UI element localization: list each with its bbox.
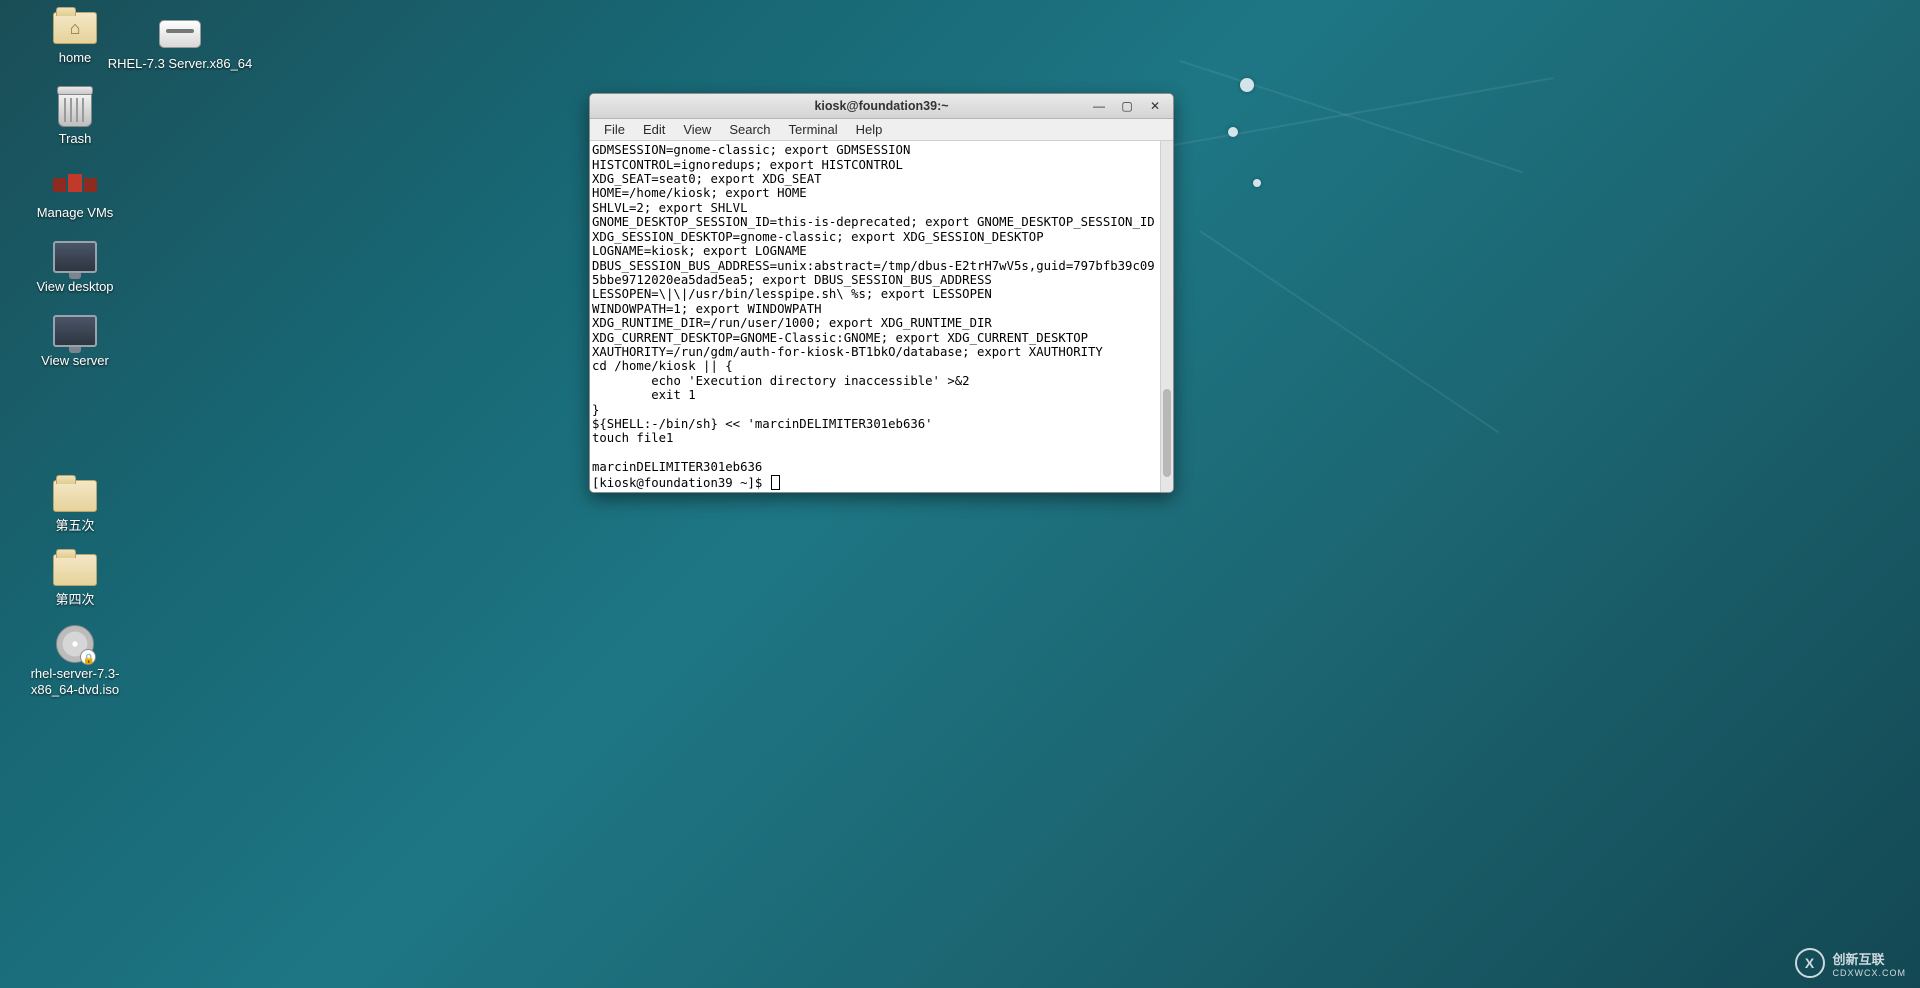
titlebar[interactable]: kiosk@foundation39:~ — ▢ ✕	[590, 94, 1173, 119]
maximize-button[interactable]: ▢	[1113, 95, 1141, 117]
watermark-logo-icon: X	[1795, 948, 1825, 978]
minimize-button[interactable]: —	[1085, 95, 1113, 117]
desktop[interactable]: home RHEL-7.3 Server.x86_64 Trash Manage…	[0, 0, 1920, 988]
icon-label: Trash	[59, 131, 92, 147]
iso-icon	[52, 626, 98, 662]
folder-icon	[52, 552, 98, 588]
icon-label: rhel-server-7.3-x86_64-dvd.iso	[20, 666, 130, 699]
monitor-icon	[52, 239, 98, 275]
icon-label: RHEL-7.3 Server.x86_64	[108, 56, 253, 72]
menu-terminal[interactable]: Terminal	[781, 120, 846, 139]
trash-icon	[52, 91, 98, 127]
spacer	[20, 388, 260, 478]
scrollbar-thumb[interactable]	[1163, 389, 1171, 477]
terminal-output[interactable]: GDMSESSION=gnome-classic; export GDMSESS…	[590, 141, 1160, 492]
deco-dot	[1253, 179, 1261, 187]
icon-label: 第四次	[55, 592, 94, 608]
terminal-scrollbar[interactable]	[1160, 141, 1173, 492]
watermark-sub: CDXWCX.COM	[1833, 968, 1907, 978]
icon-label: home	[59, 50, 92, 66]
desktop-icon-manage-vms[interactable]: Manage VMs	[20, 165, 130, 221]
menubar: File Edit View Search Terminal Help	[590, 119, 1173, 141]
terminal-window[interactable]: kiosk@foundation39:~ — ▢ ✕ File Edit Vie…	[589, 93, 1174, 493]
menu-edit[interactable]: Edit	[635, 120, 673, 139]
desktop-icon-rhel-iso[interactable]: rhel-server-7.3-x86_64-dvd.iso	[20, 626, 130, 699]
icon-label: View desktop	[36, 279, 113, 295]
menu-view[interactable]: View	[675, 120, 719, 139]
folder-home-icon	[52, 10, 98, 46]
menu-help[interactable]: Help	[848, 120, 891, 139]
desktop-icon-trash[interactable]: Trash	[20, 91, 130, 147]
desktop-icon-folder4[interactable]: 第四次	[20, 552, 130, 608]
desktop-icons: home RHEL-7.3 Server.x86_64 Trash Manage…	[20, 10, 260, 717]
desktop-icon-view-server[interactable]: View server	[20, 313, 130, 369]
desktop-icon-folder5[interactable]: 第五次	[20, 478, 130, 534]
terminal-prompt: [kiosk@foundation39 ~]$	[592, 476, 770, 490]
desktop-icon-view-desktop[interactable]: View desktop	[20, 239, 130, 295]
watermark-text: 创新互联 CDXWCX.COM	[1833, 949, 1907, 978]
menu-search[interactable]: Search	[721, 120, 778, 139]
monitor-icon	[52, 313, 98, 349]
window-controls: — ▢ ✕	[1085, 94, 1169, 118]
vm-icon	[52, 165, 98, 201]
terminal-cursor	[771, 475, 780, 490]
watermark-main: 创新互联	[1833, 949, 1907, 968]
deco-line	[1140, 77, 1554, 152]
terminal-body-wrap: GDMSESSION=gnome-classic; export GDMSESS…	[590, 141, 1173, 492]
icon-label: Manage VMs	[37, 205, 114, 221]
desktop-icon-rhel-disk[interactable]: RHEL-7.3 Server.x86_64	[90, 16, 270, 72]
deco-dot	[1228, 127, 1238, 137]
disk-icon	[157, 16, 203, 52]
folder-icon	[52, 478, 98, 514]
deco-line	[1180, 60, 1523, 173]
menu-file[interactable]: File	[596, 120, 633, 139]
icon-label: View server	[41, 353, 109, 369]
deco-dot	[1240, 78, 1254, 92]
icon-label: 第五次	[55, 518, 94, 534]
deco-line	[1199, 230, 1499, 433]
watermark: X 创新互联 CDXWCX.COM	[1795, 948, 1907, 978]
close-button[interactable]: ✕	[1141, 95, 1169, 117]
